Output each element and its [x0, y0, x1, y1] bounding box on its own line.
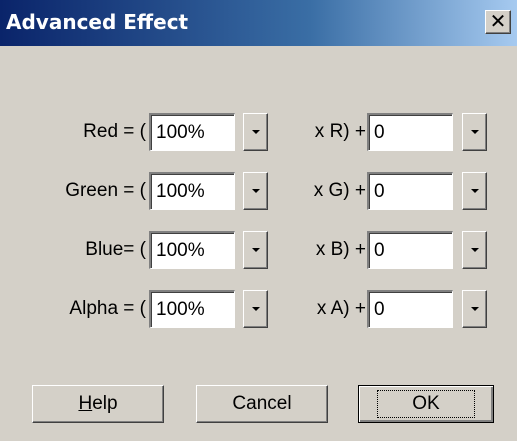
close-button[interactable]: ✕ — [485, 10, 511, 34]
dialog-title: Advanced Effect — [6, 10, 189, 34]
alpha-offset-value: 0 — [374, 298, 385, 320]
blue-multiplier-label: x B) + — [315, 239, 366, 260]
close-icon: ✕ — [489, 11, 507, 33]
green-offset-value: 0 — [374, 180, 385, 202]
green-label: Green = ( — [65, 180, 146, 201]
help-button[interactable]: Help — [32, 385, 164, 423]
red-offset-value: 0 — [374, 121, 385, 143]
cancel-button[interactable]: Cancel — [196, 385, 328, 423]
ok-focus-ring: OK — [377, 390, 475, 418]
red-offset-field[interactable]: 0 — [367, 113, 453, 151]
green-offset-dropdown-button[interactable] — [462, 172, 487, 210]
chevron-down-icon — [470, 130, 479, 134]
effect-row-green: Green = ( 100% x G) + 0 — [0, 172, 517, 210]
ok-button[interactable]: OK — [358, 385, 494, 423]
green-multiplier-label: x G) + — [313, 180, 366, 201]
blue-percent-field[interactable]: 100% — [149, 231, 235, 269]
red-percent-dropdown-button[interactable] — [243, 113, 268, 151]
cancel-button-label: Cancel — [232, 393, 292, 414]
effect-row-red: Red = ( 100% x R) + 0 — [0, 113, 517, 151]
advanced-effect-dialog: Advanced Effect ✕ Red = ( 100% x R) + 0 … — [0, 0, 517, 441]
red-percent-field[interactable]: 100% — [149, 113, 235, 151]
red-multiplier-label: x R) + — [314, 121, 366, 142]
help-button-label: Help — [78, 393, 117, 415]
blue-offset-value: 0 — [374, 239, 385, 261]
green-offset-field[interactable]: 0 — [367, 172, 453, 210]
chevron-down-icon — [251, 189, 260, 193]
blue-label: Blue= ( — [85, 239, 146, 260]
blue-offset-dropdown-button[interactable] — [462, 231, 487, 269]
chevron-down-icon — [470, 248, 479, 252]
red-label: Red = ( — [83, 121, 146, 142]
green-percent-field[interactable]: 100% — [149, 172, 235, 210]
alpha-offset-dropdown-button[interactable] — [462, 290, 487, 328]
alpha-label: Alpha = ( — [69, 298, 146, 319]
ok-button-label: OK — [412, 393, 440, 414]
chevron-down-icon — [470, 307, 479, 311]
alpha-multiplier-label: x A) + — [316, 298, 366, 319]
green-percent-dropdown-button[interactable] — [243, 172, 268, 210]
blue-offset-field[interactable]: 0 — [367, 231, 453, 269]
alpha-percent-value: 100% — [156, 298, 205, 320]
title-bar[interactable]: Advanced Effect ✕ — [0, 0, 517, 46]
red-offset-dropdown-button[interactable] — [462, 113, 487, 151]
red-percent-value: 100% — [156, 121, 205, 143]
help-label-rest: elp — [92, 393, 118, 414]
chevron-down-icon — [251, 307, 260, 311]
chevron-down-icon — [251, 130, 260, 134]
alpha-percent-dropdown-button[interactable] — [243, 290, 268, 328]
green-percent-value: 100% — [156, 180, 205, 202]
blue-percent-dropdown-button[interactable] — [243, 231, 268, 269]
help-mnemonic: H — [78, 393, 93, 414]
chevron-down-icon — [470, 189, 479, 193]
alpha-percent-field[interactable]: 100% — [149, 290, 235, 328]
blue-percent-value: 100% — [156, 239, 205, 261]
alpha-offset-field[interactable]: 0 — [367, 290, 453, 328]
chevron-down-icon — [251, 248, 260, 252]
effect-row-alpha: Alpha = ( 100% x A) + 0 — [0, 290, 517, 328]
effect-row-blue: Blue= ( 100% x B) + 0 — [0, 231, 517, 269]
